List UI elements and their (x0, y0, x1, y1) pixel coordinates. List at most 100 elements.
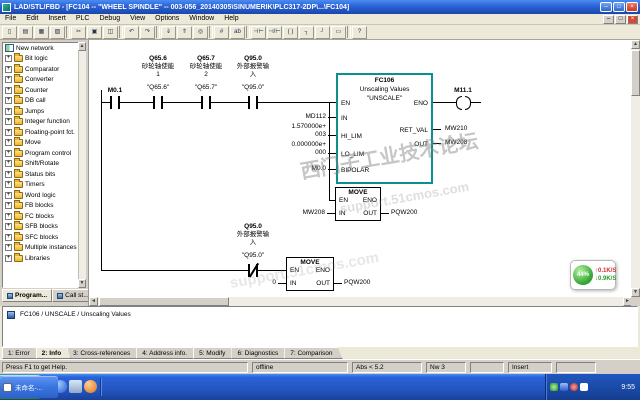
scroll-left-icon[interactable]: ◄ (89, 297, 98, 306)
contact-q95-0[interactable] (248, 96, 258, 109)
mdi-close-button[interactable]: × (627, 15, 638, 24)
menu-item[interactable]: Edit (21, 14, 43, 24)
sidebar-item[interactable]: + Converter (3, 74, 85, 86)
minimize-button[interactable]: – (600, 2, 612, 12)
scroll-down-icon[interactable]: ▼ (78, 279, 86, 288)
open-icon[interactable]: ▤ (18, 25, 33, 39)
expand-plus-icon[interactable]: + (5, 181, 12, 189)
expand-plus-icon[interactable]: + (5, 86, 12, 94)
mdi-minimize-button[interactable]: – (603, 15, 614, 24)
contact-nc-icon[interactable]: ⊣/⊢ (267, 25, 282, 39)
paste-icon[interactable]: ◫ (103, 25, 118, 39)
upload-icon[interactable]: ⇑ (177, 25, 192, 39)
menu-item[interactable]: Help (219, 14, 243, 24)
menu-item[interactable]: View (125, 14, 150, 24)
sidebar-item[interactable]: + Integer function (3, 116, 85, 128)
message-tab[interactable]: 2: Info (36, 347, 72, 359)
ladder-editor[interactable]: FC106 Unscaling Values "UNSCALE" EN ENO … (88, 40, 640, 306)
close-branch-icon[interactable]: ┘ (315, 25, 330, 39)
menu-item[interactable]: PLC (71, 14, 95, 24)
sidebar-item[interactable]: + FC blocks (3, 210, 85, 222)
expand-plus-icon[interactable]: + (5, 244, 12, 252)
ime-tray-icon[interactable] (580, 383, 588, 391)
expand-plus-icon[interactable]: + (5, 97, 12, 105)
sidebar-item[interactable]: + Word logic (3, 189, 85, 201)
move-block-2[interactable]: MOVE EN ENO IN OUT (286, 257, 334, 291)
net-speed-widget[interactable]: 44% ↑0.1K/S ↓0.9K/S (570, 260, 616, 290)
monitor-icon[interactable]: ◎ (193, 25, 208, 39)
sidebar-item[interactable]: + Move (3, 137, 85, 149)
close-button[interactable]: × (626, 2, 638, 12)
sidebar-item[interactable]: + Bit logic (3, 53, 85, 65)
scroll-down-icon[interactable]: ▼ (631, 288, 640, 297)
expand-plus-icon[interactable]: + (5, 107, 12, 115)
sidebar-item[interactable]: + Multiple instances (3, 242, 85, 254)
toolbar-button[interactable] (209, 26, 213, 38)
expand-plus-icon[interactable]: + (5, 65, 12, 73)
expand-plus-icon[interactable]: + (5, 160, 12, 168)
sidebar-scrollbar[interactable]: ▲ ▼ (78, 42, 86, 288)
coil-m11-1[interactable] (465, 96, 471, 110)
scroll-up-icon[interactable]: ▲ (78, 42, 86, 51)
expand-plus-icon[interactable]: + (5, 170, 12, 178)
expand-plus-icon[interactable]: + (5, 149, 12, 157)
task-button[interactable]: 未命名-... (0, 376, 58, 398)
message-tab[interactable]: 7: Comparison (284, 347, 342, 359)
operand-ret-val[interactable]: MW210 (445, 125, 467, 133)
new-icon[interactable]: ▯ (2, 25, 17, 39)
expand-plus-icon[interactable]: + (5, 76, 12, 84)
sidebar-item[interactable]: + Libraries (3, 252, 85, 264)
download-icon[interactable]: ⇓ (161, 25, 176, 39)
fc106-unscale-block[interactable]: FC106 Unscaling Values "UNSCALE" EN ENO … (336, 73, 433, 184)
open-branch-icon[interactable]: ┐ (299, 25, 314, 39)
toolbar-button[interactable] (246, 26, 250, 38)
horizontal-scrollbar[interactable]: ◄ ► (89, 297, 632, 306)
coil-m11-1[interactable] (456, 96, 462, 110)
toolbar-button[interactable] (66, 26, 70, 38)
copy-icon[interactable]: ▣ (87, 25, 102, 39)
contact-no-icon[interactable]: ⊣⊢ (251, 25, 266, 39)
menu-item[interactable]: Options (150, 14, 184, 24)
menu-item[interactable]: File (0, 14, 21, 24)
tab-program-elements[interactable]: Program... (2, 289, 53, 302)
empty-box-icon[interactable]: ▭ (331, 25, 346, 39)
contact-q65-6[interactable] (153, 96, 163, 109)
sidebar-item[interactable]: + Shift/Rotate (3, 158, 85, 170)
contact-q65-7[interactable] (201, 96, 211, 109)
operand-move2-in[interactable]: 0 (246, 279, 276, 287)
sidebar-item[interactable]: + DB call (3, 95, 85, 107)
sidebar-item[interactable]: + Comparator (3, 63, 85, 75)
scroll-up-icon[interactable]: ▲ (631, 40, 640, 49)
toolbar-button[interactable] (156, 26, 160, 38)
alert-tray-icon[interactable] (570, 383, 578, 391)
message-tab[interactable]: 6: Diagnostics (231, 347, 288, 359)
sidebar-item[interactable]: + Counter (3, 84, 85, 96)
operand-in[interactable]: MD112 (286, 113, 326, 121)
expand-plus-icon[interactable]: + (5, 191, 12, 199)
expand-plus-icon[interactable]: + (5, 233, 12, 241)
sidebar-item[interactable]: + Status bits (3, 168, 85, 180)
operand-out[interactable]: MW208 (445, 139, 467, 147)
scrollbar-thumb[interactable] (631, 50, 640, 96)
sidebar-item-new-network[interactable]: New network (3, 43, 85, 54)
menu-item[interactable]: Debug (94, 14, 125, 24)
sidebar-item[interactable]: + FB blocks (3, 200, 85, 212)
media-player-icon[interactable] (84, 380, 97, 393)
sidebar-item[interactable]: + Jumps (3, 105, 85, 117)
operand-move2-out[interactable]: PQW200 (344, 279, 370, 287)
operand-move1-out[interactable]: PQW200 (391, 209, 417, 217)
menu-item[interactable]: Window (184, 14, 219, 24)
sidebar-item[interactable]: + Program control (3, 147, 85, 159)
sidebar-item[interactable]: + SFB blocks (3, 221, 85, 233)
expand-plus-icon[interactable]: + (5, 223, 12, 231)
toolbar-button[interactable] (347, 26, 351, 38)
message-tab[interactable]: 5: Modify (193, 347, 235, 359)
redo-icon[interactable]: ↷ (140, 25, 155, 39)
message-tab[interactable]: 1: Error (2, 347, 40, 359)
expand-plus-icon[interactable]: + (5, 212, 12, 220)
expand-plus-icon[interactable]: + (5, 118, 12, 126)
message-tab[interactable]: 4: Address info. (136, 347, 197, 359)
expand-plus-icon[interactable]: + (5, 254, 12, 262)
address-ids-icon[interactable]: # (214, 25, 229, 39)
sidebar-item[interactable]: + SFC blocks (3, 231, 85, 243)
